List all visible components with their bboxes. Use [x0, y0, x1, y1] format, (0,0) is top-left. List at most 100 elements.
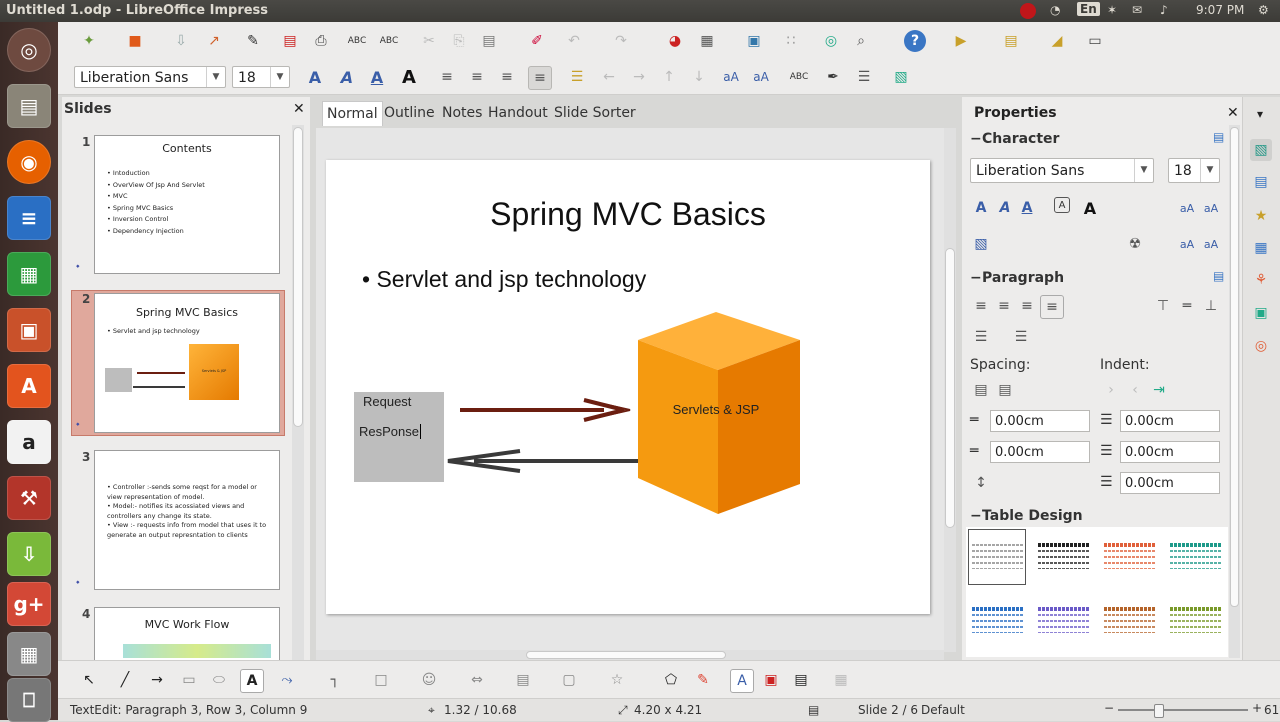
print-icon[interactable]: ⎙: [310, 30, 332, 52]
slide-thumbnail-4[interactable]: MVC Work Flow: [94, 607, 280, 660]
trash-icon[interactable]: ⎕: [7, 678, 51, 722]
clock[interactable]: 9:07 PM: [1196, 3, 1244, 17]
table-style-olive[interactable]: [1170, 607, 1222, 633]
firefox-icon[interactable]: ◉: [7, 140, 51, 184]
shadow-icon[interactable]: A: [994, 197, 1016, 219]
symbol-shapes-icon[interactable]: ☺: [418, 669, 440, 691]
undo-icon[interactable]: ↶: [563, 30, 585, 52]
scrollbar-thumb[interactable]: [945, 248, 955, 528]
table-style-brown[interactable]: [1104, 607, 1156, 633]
more-options-icon[interactable]: ▤: [1213, 269, 1224, 283]
move-down-icon[interactable]: ↓: [688, 66, 710, 88]
autocorrect-icon[interactable]: ABC: [788, 66, 810, 88]
decrease-spacing-icon[interactable]: ▤: [994, 379, 1016, 401]
zoom-slider[interactable]: [1118, 704, 1248, 718]
demote-icon[interactable]: →: [628, 66, 650, 88]
table-style-black[interactable]: [1038, 543, 1090, 569]
hanging-indent-icon[interactable]: ⇥: [1148, 379, 1170, 401]
slide-thumbnail-2[interactable]: Spring MVC Basics • Servlet and jsp tech…: [94, 293, 280, 433]
line-spacing-icon[interactable]: ↕: [970, 472, 992, 494]
sidebar-font-name-box[interactable]: Liberation Sans ▼: [970, 158, 1154, 183]
block-arrows-icon[interactable]: ⇔: [466, 669, 488, 691]
bluetooth-icon[interactable]: ✶: [1107, 3, 1117, 17]
export-pdf-icon[interactable]: ▤: [279, 30, 301, 52]
tab-slide-sorter[interactable]: Slide Sorter: [550, 101, 640, 125]
tab-notes[interactable]: Notes: [438, 101, 486, 125]
canvas-horizontal-scrollbar[interactable]: [316, 650, 944, 660]
redo-icon[interactable]: ↷: [610, 30, 632, 52]
response-arrow[interactable]: [447, 449, 650, 473]
chevron-down-icon[interactable]: ▼: [206, 67, 225, 87]
scrollbar-thumb[interactable]: [293, 127, 303, 427]
align-center-icon[interactable]: ≡: [993, 295, 1015, 317]
start-slideshow-icon[interactable]: ▶: [950, 30, 972, 52]
software-center-icon[interactable]: A: [7, 364, 51, 408]
settings-icon[interactable]: ⚒: [7, 476, 51, 520]
align-center-icon[interactable]: ≡: [466, 66, 488, 88]
tab-master-slides-icon[interactable]: ▦: [1250, 237, 1272, 259]
display-views-icon[interactable]: ▭: [1084, 30, 1106, 52]
font-name-box[interactable]: Liberation Sans ▼: [74, 66, 226, 88]
table-style-teal[interactable]: [1170, 543, 1222, 569]
image-icon[interactable]: ▣: [743, 30, 765, 52]
justify-icon[interactable]: ≡: [528, 66, 552, 90]
justify-icon[interactable]: ≡: [1040, 295, 1064, 319]
spellcheck-icon[interactable]: ABC: [346, 30, 368, 52]
tab-outline[interactable]: Outline: [380, 101, 439, 125]
zoom-slider-handle[interactable]: [1154, 704, 1164, 718]
chart-icon[interactable]: ◕: [664, 30, 686, 52]
character-spacing-icon[interactable]: ▧: [970, 233, 992, 255]
wifi-icon[interactable]: ◔: [1050, 3, 1060, 17]
properties-scrollbar[interactable]: [1229, 125, 1240, 658]
zoom-in-icon[interactable]: +: [1252, 701, 1262, 715]
outline-font-icon[interactable]: A: [304, 66, 326, 88]
tab-slide-transition-icon[interactable]: ▤: [1250, 171, 1272, 193]
underline-icon[interactable]: A: [1016, 197, 1038, 219]
callouts-icon[interactable]: ▢: [558, 669, 580, 691]
tab-styles-icon[interactable]: ⚘: [1250, 269, 1272, 291]
increase-indent-icon[interactable]: ›: [1100, 379, 1122, 401]
paragraph-section-toggle[interactable]: −: [970, 270, 982, 286]
save-icon[interactable]: ⇩: [170, 30, 192, 52]
shadow-font-icon[interactable]: A: [336, 66, 358, 88]
case-icon[interactable]: ☢: [1124, 233, 1146, 255]
bullet-list-icon[interactable]: ☰: [970, 326, 992, 348]
subscript-icon[interactable]: aA: [1200, 233, 1222, 255]
record-indicator-icon[interactable]: [1020, 3, 1036, 19]
connector-icon[interactable]: ┐: [324, 669, 346, 691]
mail-icon[interactable]: ✉: [1132, 3, 1142, 17]
google-plus-icon[interactable]: g+: [7, 582, 51, 626]
font-color-icon[interactable]: A: [1079, 197, 1101, 219]
fontwork-gallery-icon[interactable]: A: [730, 669, 754, 693]
request-arrow[interactable]: [460, 398, 631, 422]
canvas-vertical-scrollbar[interactable]: [944, 128, 956, 652]
tab-gallery-icon[interactable]: ▣: [1250, 302, 1272, 324]
slide-title[interactable]: Spring MVC Basics: [326, 196, 930, 233]
shadow-toggle-icon[interactable]: ▤: [790, 669, 812, 691]
align-right-icon[interactable]: ≡: [496, 66, 518, 88]
indent-before-field[interactable]: 0.00cm: [1120, 410, 1220, 432]
ellipse-icon[interactable]: ⬭: [208, 669, 230, 691]
bottom-align-icon[interactable]: ⊥: [1200, 295, 1222, 317]
slide-bullet[interactable]: • Servlet and jsp technology: [362, 266, 646, 293]
insert-image-icon[interactable]: ▣: [760, 669, 782, 691]
volume-icon[interactable]: ♪: [1160, 3, 1168, 17]
table-icon[interactable]: ▦: [696, 30, 718, 52]
tab-navigator-icon[interactable]: ◎: [1250, 335, 1272, 357]
outline-icon[interactable]: A: [970, 197, 992, 219]
increase-spacing-icon[interactable]: ▤: [970, 379, 992, 401]
more-options-icon[interactable]: ▤: [1213, 130, 1224, 144]
character-section-toggle[interactable]: −: [970, 131, 982, 147]
open-icon[interactable]: ■: [124, 30, 146, 52]
table-style-orange[interactable]: [1104, 543, 1156, 569]
impress-icon[interactable]: ▣: [7, 308, 51, 352]
middle-align-icon[interactable]: ═: [1176, 295, 1198, 317]
line-icon[interactable]: ╱: [114, 669, 136, 691]
font-size-box[interactable]: 18 ▼: [232, 66, 290, 88]
sidebar-font-size-box[interactable]: 18 ▼: [1168, 158, 1220, 183]
increase-font-icon[interactable]: aA: [720, 66, 742, 88]
superscript-icon[interactable]: aA: [1176, 233, 1198, 255]
new-icon[interactable]: ✦: [78, 30, 100, 52]
files-icon[interactable]: ▤: [7, 84, 51, 128]
stars-icon[interactable]: ☆: [606, 669, 628, 691]
